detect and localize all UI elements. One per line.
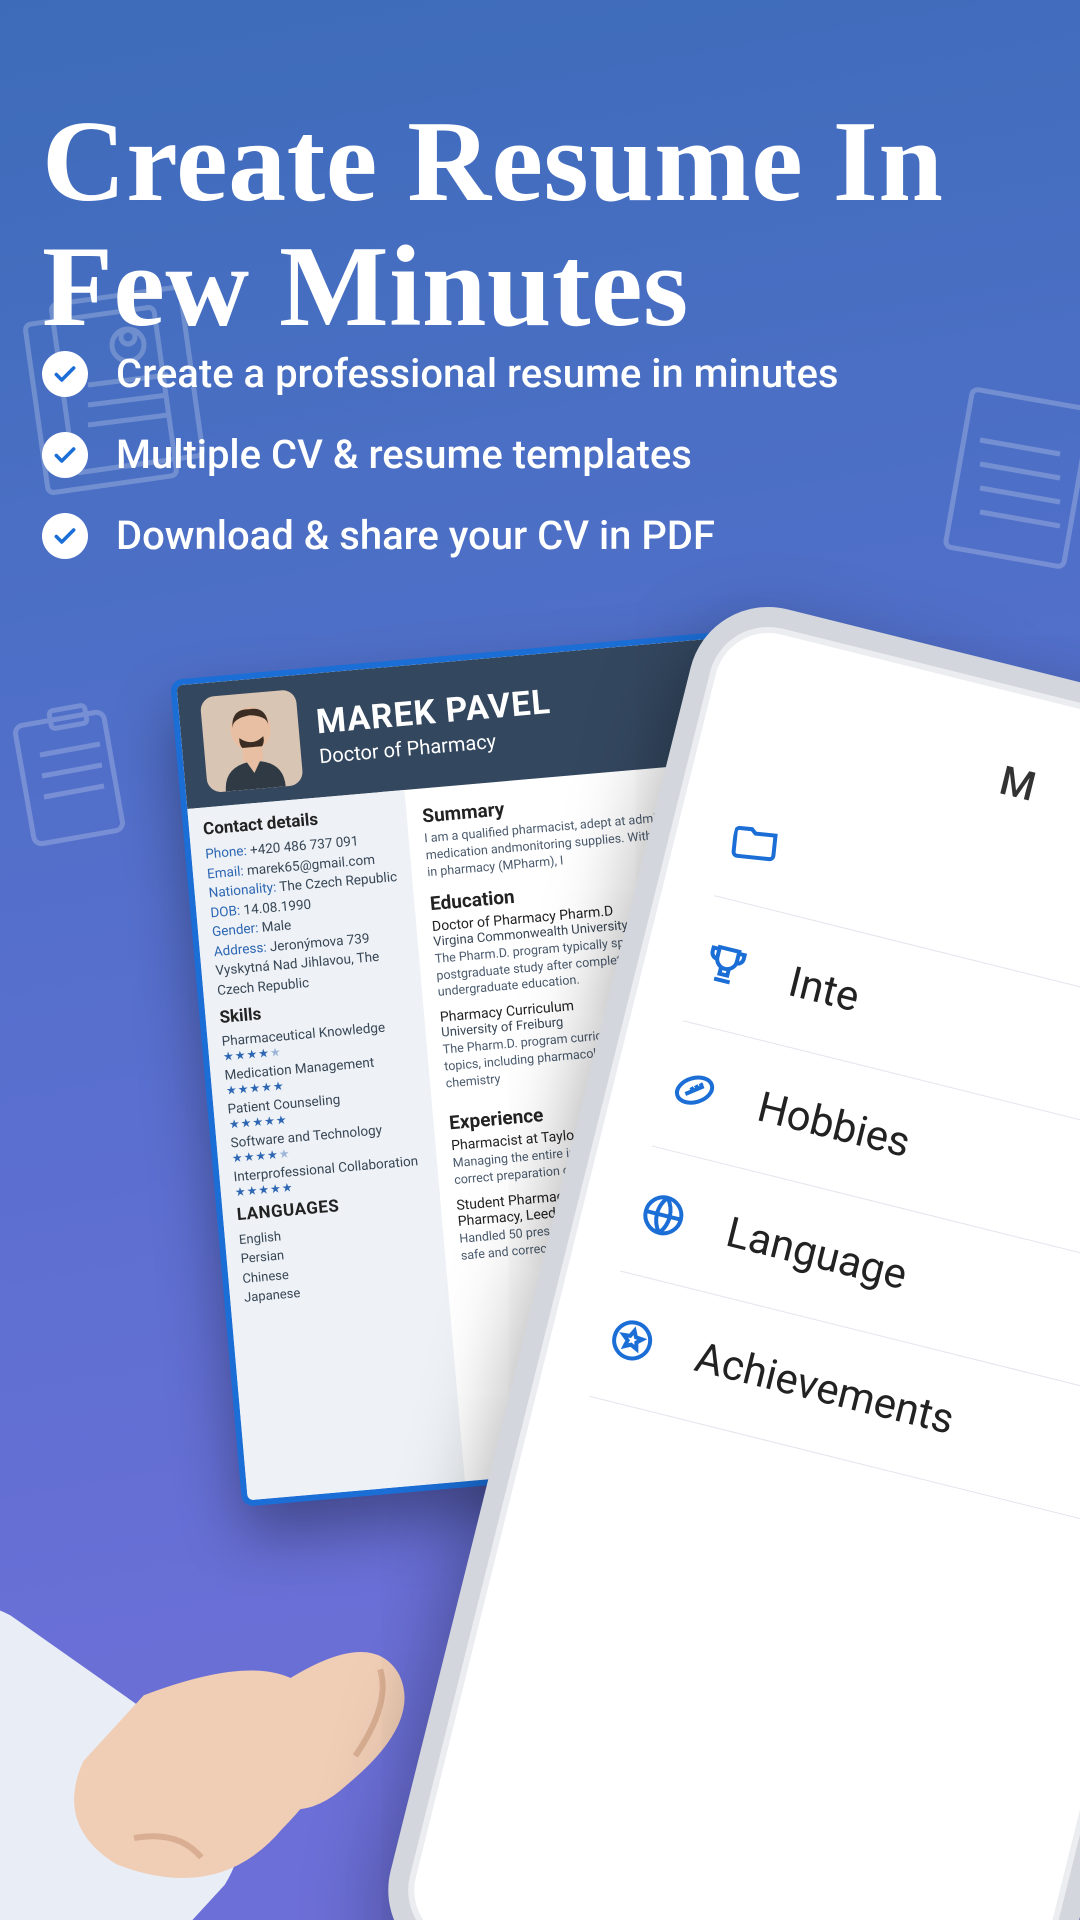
gender-value: Male [261, 918, 292, 937]
gender-label: Gender: [211, 921, 259, 941]
bg-clipboard-icon [10, 700, 130, 850]
check-icon [42, 432, 88, 478]
feature-text: Download & share your CV in PDF [116, 512, 715, 559]
feature-bullet: Download & share your CV in PDF [42, 512, 1040, 559]
check-icon [42, 351, 88, 397]
promo-page: Create Resume In Few Minutes Create a pr… [0, 0, 1080, 1920]
phone-menu-label: Language [721, 1207, 911, 1299]
phone-menu-label: Achievements [690, 1333, 959, 1445]
check-icon [42, 513, 88, 559]
star-icon [598, 1307, 666, 1375]
nationality-label: Nationality: [208, 880, 277, 902]
trophy-icon [692, 931, 760, 999]
email-label: Email: [206, 863, 244, 882]
globe-icon [629, 1181, 697, 1249]
address-label: Address: [213, 939, 267, 960]
folder-icon [723, 806, 791, 874]
dob-label: DOB: [210, 902, 241, 921]
phone-menu: Inte Hobbies Language Achievements [589, 771, 1080, 1531]
feature-bullets: Create a professional resume in minutes … [42, 350, 1040, 559]
feature-text: Multiple CV & resume templates [116, 431, 692, 478]
phone-menu-label: Hobbies [753, 1082, 915, 1167]
phone-label: Phone: [205, 843, 248, 863]
avatar [200, 689, 304, 793]
feature-bullet: Create a professional resume in minutes [42, 350, 1040, 397]
feature-text: Create a professional resume in minutes [116, 350, 839, 397]
dob-value: 14.08.1990 [243, 896, 312, 918]
headline: Create Resume In Few Minutes [42, 100, 1050, 351]
football-icon [661, 1056, 729, 1124]
feature-bullet: Multiple CV & resume templates [42, 431, 1040, 478]
phone-menu-label: Inte [784, 957, 864, 1022]
